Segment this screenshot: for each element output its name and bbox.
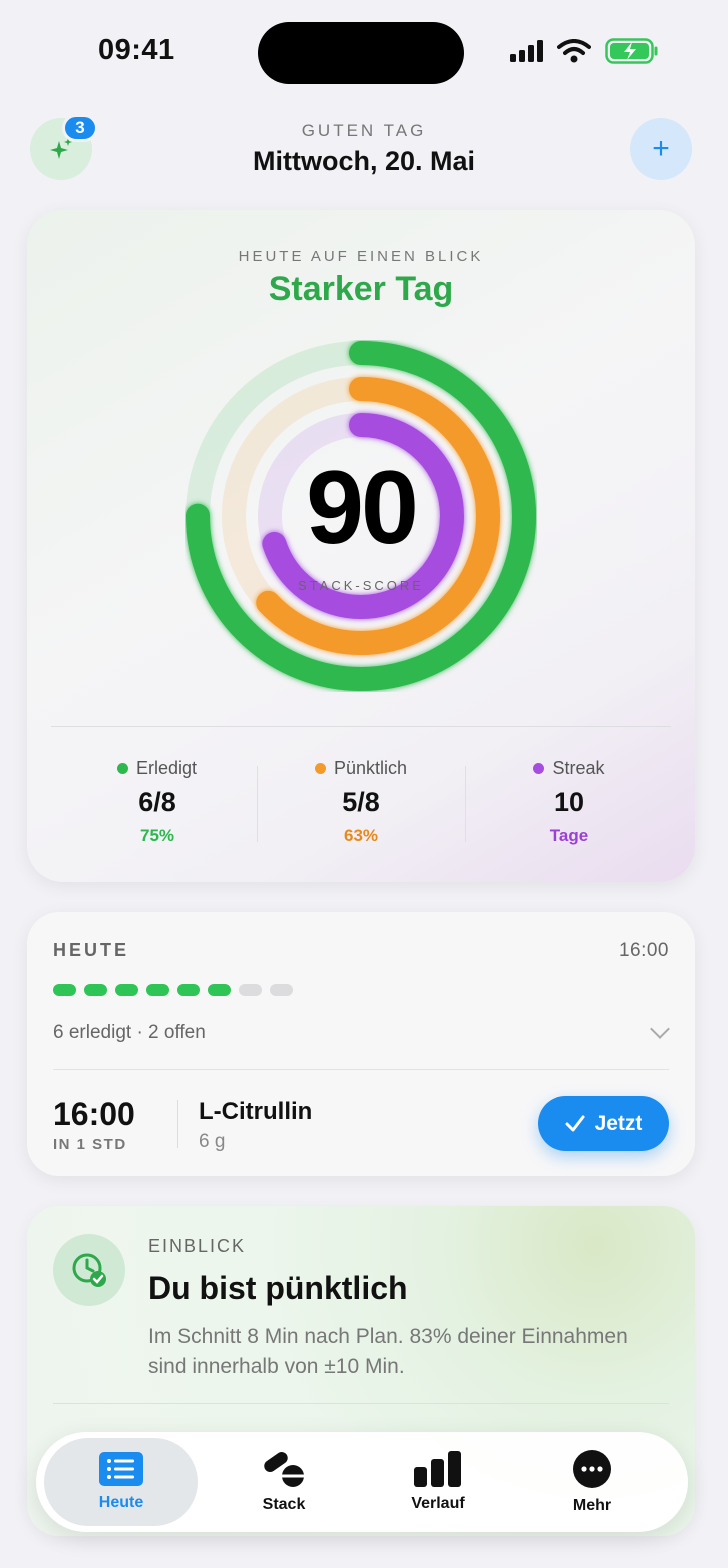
tab-stack[interactable]: Stack xyxy=(207,1432,361,1532)
next-dose-relative: IN 1 STD xyxy=(53,1136,127,1153)
stack-score-value: 90 xyxy=(306,450,419,566)
stat-punctual: Pünktlich 5/8 63% xyxy=(257,758,465,846)
stat-sub: Tage xyxy=(549,826,589,845)
stat-label: Erledigt xyxy=(135,758,198,778)
take-now-label: Jetzt xyxy=(594,1111,643,1135)
page-title: Mittwoch, 20. Mai xyxy=(252,146,476,176)
progress-pill-done xyxy=(53,984,76,996)
list-icon xyxy=(99,1452,143,1486)
take-now-button[interactable]: Jetzt xyxy=(538,1096,669,1151)
progress-pill-done xyxy=(115,984,138,996)
status-bar: 09:41 xyxy=(0,0,728,100)
daily-summary-card[interactable]: HEUTE AUF EINEN BLICK Starker Tag 90 STA… xyxy=(27,210,695,882)
insight-title: Du bist pünktlich xyxy=(148,1270,408,1306)
checkmark-icon xyxy=(565,1115,585,1131)
progress-pill-done xyxy=(84,984,107,996)
stat-done: Erledigt 6/8 75% xyxy=(53,758,261,846)
dynamic-island xyxy=(258,22,464,84)
summary-title: Starker Tag xyxy=(268,270,454,308)
progress-pill-done xyxy=(146,984,169,996)
green-dot-icon xyxy=(116,763,128,774)
purple-dot-icon xyxy=(533,763,545,774)
more-icon xyxy=(573,1450,611,1488)
today-title: HEUTE xyxy=(53,940,130,960)
tab-mehr[interactable]: Mehr xyxy=(515,1432,669,1532)
stack-score-label: STACK-SCORE xyxy=(298,578,424,593)
divider xyxy=(53,1069,669,1070)
insight-body: Im Schnitt 8 Min nach Plan. 83% deiner E… xyxy=(148,1325,628,1378)
summary-kicker: HEUTE AUF EINEN BLICK xyxy=(238,248,484,265)
stat-value: 10 xyxy=(553,787,585,817)
battery-charging-icon xyxy=(605,38,658,64)
plus-icon: + xyxy=(652,132,670,165)
wifi-icon xyxy=(557,39,591,63)
stat-value: 5/8 xyxy=(342,787,380,817)
divider xyxy=(53,1403,669,1404)
progress-pill-open xyxy=(239,984,262,996)
next-supplement-name: L-Citrullin xyxy=(199,1098,313,1125)
stat-label: Pünktlich xyxy=(333,758,408,778)
add-button[interactable]: + xyxy=(630,118,692,180)
tab-label: Heute xyxy=(98,1494,144,1511)
stat-streak: Streak 10 Tage xyxy=(465,758,673,846)
stat-sub: 63% xyxy=(343,826,379,845)
today-card[interactable]: HEUTE 16:00 6 erledigt · 2 offen 16:00 I… xyxy=(27,912,695,1176)
chevron-down-icon[interactable] xyxy=(650,1019,670,1039)
orange-dot-icon xyxy=(314,763,326,774)
tab-verlauf[interactable]: Verlauf xyxy=(361,1432,515,1532)
next-supplement-dose: 6 g xyxy=(199,1131,226,1152)
stat-sub: 75% xyxy=(139,826,175,845)
cellular-signal-icon xyxy=(510,40,543,62)
status-time: 09:41 xyxy=(98,34,175,66)
today-summary: 6 erledigt · 2 offen xyxy=(53,1022,206,1043)
stat-label: Streak xyxy=(552,758,605,778)
bar-chart-icon xyxy=(414,1451,461,1487)
pills-icon xyxy=(264,1451,304,1487)
today-time: 16:00 xyxy=(618,940,669,961)
greeting-label: GUTEN TAG xyxy=(301,121,427,140)
progress-pill-open xyxy=(270,984,293,996)
clock-check-icon xyxy=(53,1234,125,1306)
next-dose-time: 16:00 xyxy=(53,1096,135,1132)
stat-value: 6/8 xyxy=(138,787,176,817)
status-icons xyxy=(510,38,659,64)
insight-kicker: EINBLICK xyxy=(148,1236,247,1256)
divider xyxy=(177,1100,178,1148)
tab-bar: Heute Stack Verlauf Mehr xyxy=(36,1432,688,1532)
tab-label: Mehr xyxy=(572,1497,612,1514)
progress-pills xyxy=(53,984,293,996)
progress-pill-done xyxy=(177,984,200,996)
tab-label: Stack xyxy=(262,1496,306,1513)
progress-pill-done xyxy=(208,984,231,996)
divider xyxy=(51,726,671,727)
tab-label: Verlauf xyxy=(411,1495,465,1512)
tab-heute[interactable]: Heute xyxy=(44,1438,198,1526)
